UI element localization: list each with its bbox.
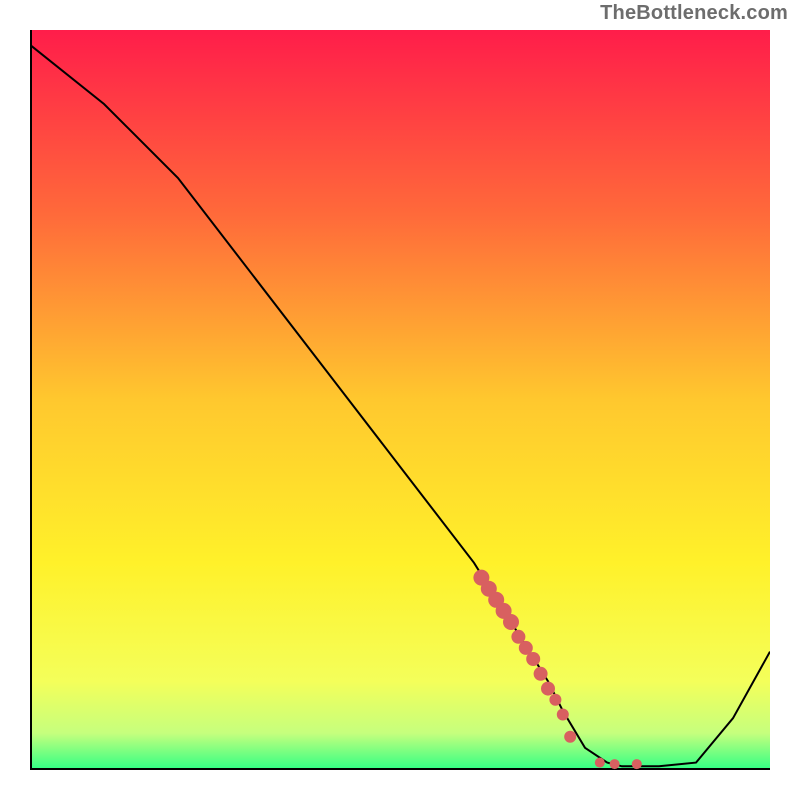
plot-area <box>30 30 770 770</box>
trough-marker <box>632 759 642 769</box>
chart-svg <box>30 30 770 770</box>
trough-marker <box>595 758 605 768</box>
trough-marker <box>549 694 561 706</box>
trough-marker <box>534 667 548 681</box>
trough-marker <box>526 652 540 666</box>
chart-frame: TheBottleneck.com <box>0 0 800 800</box>
trough-marker <box>557 709 569 721</box>
trough-marker <box>503 614 519 630</box>
trough-marker <box>610 759 620 769</box>
trough-marker <box>541 682 555 696</box>
watermark-text: TheBottleneck.com <box>600 2 788 25</box>
trough-marker <box>564 731 576 743</box>
